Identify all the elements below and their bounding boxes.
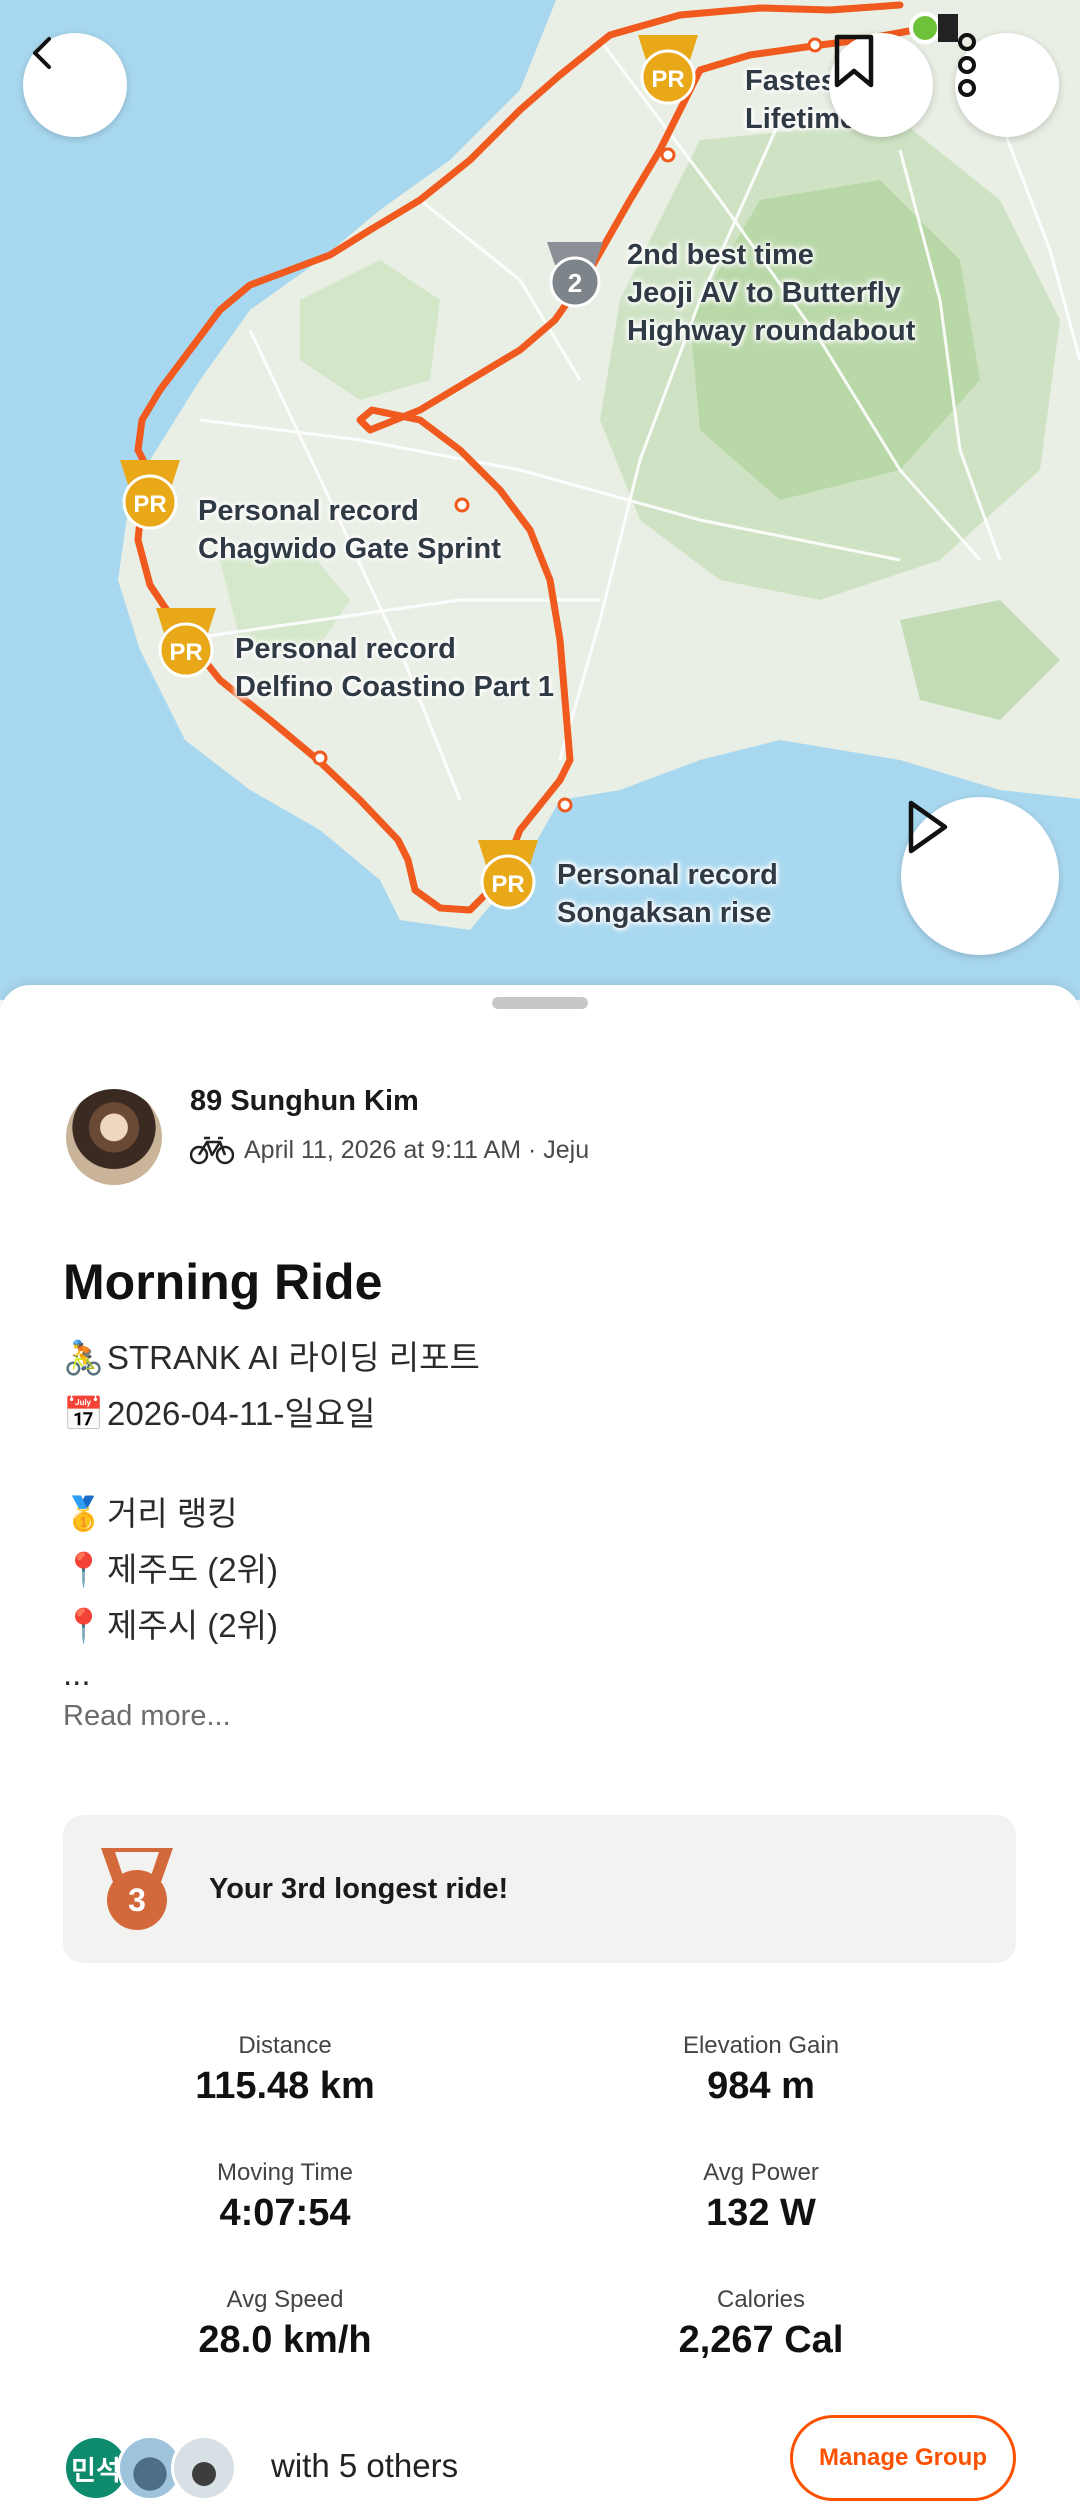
stat-value: 132 W xyxy=(706,2192,816,2234)
svg-text:PR: PR xyxy=(133,491,166,518)
stat-label: Elevation Gain xyxy=(682,2032,840,2059)
segment-label-chagwido: Personal record Chagwido Gate Sprint xyxy=(198,495,501,565)
stat-label: Distance xyxy=(238,2032,332,2059)
bookmark-icon xyxy=(834,34,874,88)
group-with-others[interactable]: with 5 others xyxy=(271,2447,458,2485)
svg-text:PR: PR xyxy=(491,871,524,898)
stat-label: Avg Power xyxy=(703,2159,819,2186)
svg-text:3: 3 xyxy=(128,1882,146,1918)
description-line: 2026-04-11-일요일 xyxy=(107,1395,376,1432)
stat-avg-power: Avg Power 132 W xyxy=(591,2157,931,2237)
achievement-banner[interactable]: 3 Your 3rd longest ride! xyxy=(63,1815,1016,1963)
stat-calories: Calories 2,267 Cal xyxy=(591,2284,931,2364)
activity-sheet: 89 Sunghun Kim April 11, 2026 at 9:11 AM… xyxy=(0,985,1080,2507)
bike-icon xyxy=(190,1136,234,1165)
stat-elevation-gain: Elevation Gain 984 m xyxy=(591,2030,931,2110)
ride-date-location: April 11, 2026 at 9:11 AM · Jeju xyxy=(244,1135,590,1164)
stat-value: 28.0 km/h xyxy=(198,2319,372,2361)
start-marker xyxy=(909,12,941,44)
stat-value: 4:07:54 xyxy=(219,2192,351,2234)
manage-group-button[interactable]: Manage Group xyxy=(790,2415,1016,2501)
calendar-icon: 📅 xyxy=(63,1394,105,1433)
flyover-play-button[interactable] xyxy=(901,797,1059,955)
pin-icon: 📍 xyxy=(63,1550,105,1589)
stat-avg-speed: Avg Speed 28.0 km/h xyxy=(115,2284,455,2364)
group-member-avatar[interactable] xyxy=(171,2435,237,2501)
athlete-name[interactable]: 89 Sunghun Kim xyxy=(190,1085,419,1118)
activity-description: 🚴 STRANK AI 라이딩 리포트 📅 2026-04-11-일요일 🥇 거리 랭… xyxy=(63,1330,480,1694)
svg-text:PR: PR xyxy=(651,66,684,93)
stat-moving-time: Moving Time 4:07:54 xyxy=(115,2157,455,2237)
back-button[interactable] xyxy=(23,33,127,137)
route-map[interactable]: PR PR PR PR 2 Fastest Lifetime 2nd best t… xyxy=(0,0,1080,1000)
segment-label-delfino: Personal record Delfino Coastino Part 1 xyxy=(235,633,555,703)
ride-meta: April 11, 2026 at 9:11 AM · Jeju xyxy=(190,1135,589,1165)
gold-medal-icon: 🥇 xyxy=(63,1494,105,1533)
svg-text:PR: PR xyxy=(169,639,202,666)
svg-text:2: 2 xyxy=(568,268,582,298)
description-line: 제주시 (2위) xyxy=(107,1607,278,1644)
more-vertical-icon xyxy=(958,33,976,97)
stat-label: Avg Speed xyxy=(226,2286,344,2313)
more-options-button[interactable] xyxy=(955,33,1059,137)
description-line: 거리 랭킹 xyxy=(107,1495,238,1532)
stat-label: Moving Time xyxy=(216,2159,354,2186)
stat-value: 2,267 Cal xyxy=(678,2319,844,2361)
activity-title: Morning Ride xyxy=(63,1254,383,1310)
back-icon xyxy=(33,37,51,69)
description-line: STRANK AI 라이딩 리포트 xyxy=(107,1339,480,1376)
stat-value: 984 m xyxy=(707,2065,815,2107)
read-more-link[interactable]: Read more... xyxy=(63,1700,231,1733)
segment-label-jeoji: 2nd best time Jeoji AV to Butterfly Highwa… xyxy=(627,239,916,347)
third-place-medal-icon: 3 xyxy=(101,1848,173,1930)
description-ellipsis: ... xyxy=(63,1655,91,1692)
description-line: 제주도 (2위) xyxy=(107,1551,278,1588)
play-icon xyxy=(908,800,948,854)
achievement-text: Your 3rd longest ride! xyxy=(209,1872,509,1905)
athlete-avatar[interactable] xyxy=(66,1089,162,1185)
sheet-drag-handle[interactable] xyxy=(492,997,588,1009)
group-activity-row: 민석 with 5 others Manage Group xyxy=(63,2415,1016,2507)
segment-label-songaksan: Personal record Songaksan rise xyxy=(557,859,778,929)
stat-label: Calories xyxy=(716,2286,806,2313)
bookmark-button[interactable] xyxy=(829,33,933,137)
stat-distance: Distance 115.48 km xyxy=(115,2030,455,2110)
bike-rider-icon: 🚴 xyxy=(63,1338,105,1377)
stat-value: 115.48 km xyxy=(195,2065,375,2107)
